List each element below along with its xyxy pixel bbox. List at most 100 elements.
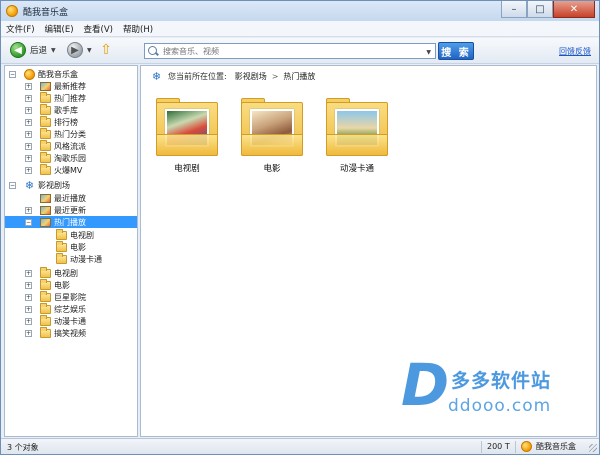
search-button[interactable]: 搜 索 — [438, 42, 474, 60]
minimize-button[interactable]: – — [501, 1, 527, 18]
menu-bar: 文件(F) 编辑(E) 查看(V) 帮助(H) — [1, 21, 599, 37]
chevron-down-icon[interactable]: ▼ — [51, 47, 56, 54]
recent-update-icon — [40, 205, 51, 215]
toolbar: ◀ 后退 ▼ ▶ ▼ ⇧ ▼ 搜 索 回馈反馈 — [1, 38, 599, 64]
expand-icon[interactable]: + — [25, 206, 32, 214]
watermark-logo: D — [401, 351, 450, 419]
tree-item-hot-play[interactable]: − 热门播放 — [5, 216, 137, 228]
tree-item-music[interactable]: + 热门分类 — [5, 127, 137, 140]
tree-item-label: 电视剧 — [54, 268, 78, 278]
tree-item-music[interactable]: + 排行榜 — [5, 115, 137, 128]
tree-item-label: 电视剧 — [70, 230, 94, 240]
watermark-text: 多多软件站 — [451, 370, 552, 392]
collapse-icon[interactable]: − — [25, 218, 32, 226]
expand-icon[interactable]: + — [25, 281, 32, 289]
folder-icon — [156, 98, 218, 156]
expand-icon[interactable]: + — [25, 293, 32, 301]
folder-label: 电视剧 — [174, 164, 200, 174]
tree-item-label: 影视剧场 — [38, 180, 70, 190]
status-bar: 3 个对象 200 T 酷我音乐盒 — [1, 438, 599, 454]
app-logo-icon — [6, 5, 18, 17]
tree-item-music[interactable]: + 淘歌乐园 — [5, 151, 137, 164]
back-button[interactable]: ◀ 后退 ▼ — [10, 42, 56, 58]
expand-icon[interactable]: + — [25, 269, 32, 277]
menu-view[interactable]: 查看(V) — [79, 23, 118, 35]
tree-item-label: 综艺娱乐 — [54, 304, 86, 314]
tree-item-hot-child[interactable]: 电影 — [5, 240, 137, 253]
tree-item-label: 最近更新 — [54, 205, 86, 215]
folder-icon — [56, 228, 67, 240]
tree-item-video[interactable]: + 电视剧 — [5, 266, 137, 279]
status-divider — [515, 441, 516, 453]
tree-item-label: 搞笑视频 — [54, 328, 86, 338]
tree-item-video[interactable]: + 动漫卡通 — [5, 314, 137, 327]
tree-item-label: 火爆MV — [54, 165, 83, 175]
chevron-down-icon[interactable]: ▼ — [87, 47, 92, 54]
expand-icon[interactable]: + — [25, 94, 32, 102]
object-count: 3 个对象 — [7, 443, 39, 452]
tree-item-music[interactable]: + 热门推荐 — [5, 91, 137, 104]
collapse-icon[interactable]: − — [9, 181, 16, 189]
expand-icon[interactable]: + — [25, 166, 32, 174]
tree-item-video[interactable]: + 电影 — [5, 278, 137, 291]
tree-item-label: 动漫卡通 — [54, 316, 86, 326]
tree-item-label: 热门分类 — [54, 129, 86, 139]
tree-item-music-root[interactable]: − 酷我音乐盒 — [5, 68, 137, 80]
close-button[interactable]: ✕ — [553, 1, 595, 18]
folder-icon — [40, 151, 51, 163]
tree-item-music[interactable]: + 风格流派 — [5, 139, 137, 152]
tree-item-label: 最新推荐 — [54, 81, 86, 91]
folder-tile-movie[interactable]: 电影 — [241, 98, 303, 178]
tree-item-hot-child[interactable]: 电视剧 — [5, 228, 137, 241]
maximize-button[interactable]: □ — [527, 1, 553, 18]
menu-edit[interactable]: 编辑(E) — [40, 23, 79, 35]
back-arrow-icon: ◀ — [10, 42, 26, 58]
chevron-down-icon[interactable]: ▼ — [426, 49, 431, 56]
tree-item-label: 巨星影院 — [54, 292, 86, 302]
tree-item-label: 热门推荐 — [54, 93, 86, 103]
tree-item-recent-update[interactable]: + 最近更新 — [5, 204, 137, 216]
folder-label: 动漫卡通 — [339, 164, 374, 174]
tree-item-label: 电影 — [70, 242, 86, 252]
folder-tile-tv[interactable]: 电视剧 — [156, 98, 218, 178]
expand-icon[interactable]: + — [25, 106, 32, 114]
expand-icon[interactable]: + — [25, 118, 32, 126]
expand-icon[interactable]: + — [25, 317, 32, 325]
window-title: 酷我音乐盒 — [23, 7, 69, 18]
tree-item-label: 风格流派 — [54, 141, 86, 151]
up-folder-icon[interactable]: ⇧ — [98, 41, 114, 59]
folder-icon — [40, 139, 51, 151]
collapse-icon[interactable]: − — [9, 70, 16, 78]
theater-icon: ❄ — [151, 70, 162, 83]
navigation-tree: − 酷我音乐盒 + 最新推荐 + 热门推荐 + 歌手库 + 排行榜 + 热门分类 — [4, 65, 138, 437]
tree-item-label: 排行榜 — [54, 117, 78, 127]
folder-icon — [40, 115, 51, 127]
tree-item-video-root[interactable]: − ❄ 影视剧场 — [5, 179, 137, 191]
expand-icon[interactable]: + — [25, 305, 32, 313]
tree-item-recent-play[interactable]: 最近播放 — [5, 192, 137, 204]
tree-item-hot-child[interactable]: 动漫卡通 — [5, 252, 137, 265]
expand-icon[interactable]: + — [25, 142, 32, 150]
tree-item-music[interactable]: + 火爆MV — [5, 163, 137, 176]
status-divider — [481, 441, 482, 453]
tree-item-video[interactable]: + 巨星影院 — [5, 290, 137, 303]
menu-help[interactable]: 帮助(H) — [118, 23, 158, 35]
breadcrumb-sep: > — [271, 72, 279, 81]
expand-icon[interactable]: + — [25, 154, 32, 162]
feedback-link[interactable]: 回馈反馈 — [559, 46, 591, 57]
tree-item-music[interactable]: + 歌手库 — [5, 103, 137, 116]
expand-icon[interactable]: + — [25, 329, 32, 337]
forward-button[interactable]: ▶ ▼ — [67, 42, 92, 58]
breadcrumb-level2[interactable]: 热门播放 — [283, 71, 315, 82]
expand-icon[interactable]: + — [25, 82, 32, 90]
tree-item-video[interactable]: + 综艺娱乐 — [5, 302, 137, 315]
menu-file[interactable]: 文件(F) — [1, 23, 40, 35]
resize-grip[interactable] — [589, 444, 597, 452]
folder-icon — [40, 91, 51, 103]
breadcrumb-level1[interactable]: 影视剧场 — [235, 71, 267, 82]
tree-item-video[interactable]: + 搞笑视频 — [5, 326, 137, 339]
tree-item-music[interactable]: + 最新推荐 — [5, 80, 137, 92]
folder-tile-anime[interactable]: 动漫卡通 — [326, 98, 388, 178]
expand-icon[interactable]: + — [25, 130, 32, 138]
search-input[interactable] — [163, 46, 403, 56]
